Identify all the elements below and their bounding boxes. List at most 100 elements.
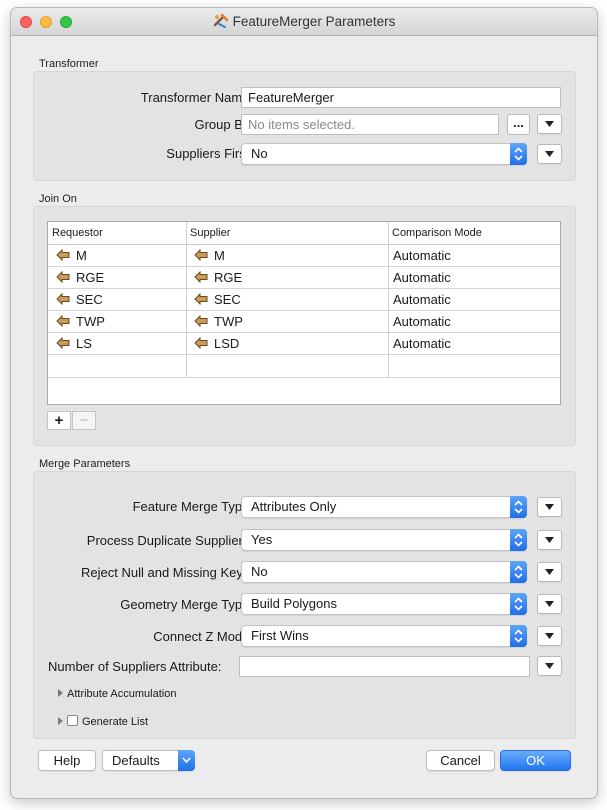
number-of-suppliers-input[interactable] — [239, 656, 530, 677]
attribute-arrow-icon — [194, 337, 208, 349]
number-of-suppliers-menu-button[interactable] — [537, 656, 562, 676]
transformer-icon — [213, 13, 228, 28]
group-by-input[interactable]: No items selected. — [241, 114, 499, 135]
requestor-cell[interactable]: TWP — [56, 311, 105, 332]
join-table-header: Requestor Supplier Comparison Mode — [48, 222, 560, 245]
generate-list-expander[interactable]: Generate List — [58, 715, 148, 728]
feature-merge-type-menu-button[interactable] — [537, 497, 562, 517]
transformer-name-label: Transformer Name: — [140, 90, 253, 105]
feature-merge-type-value: Attributes Only — [251, 499, 337, 514]
supplier-value: M — [214, 248, 225, 263]
reject-null-menu-button[interactable] — [537, 562, 562, 582]
defaults-label: Defaults — [112, 753, 160, 768]
remove-row-button[interactable]: − — [72, 411, 96, 430]
requestor-value: LS — [76, 336, 92, 351]
merge-parameters-panel: Feature Merge Type: Attributes Only Proc… — [33, 471, 576, 739]
defaults-button[interactable]: Defaults — [102, 750, 195, 771]
process-duplicate-suppliers-menu-button[interactable] — [537, 530, 562, 550]
disclosure-triangle-icon — [58, 717, 63, 725]
suppliers-first-select[interactable]: No — [241, 143, 527, 165]
attribute-arrow-icon — [194, 271, 208, 283]
connect-z-mode-select[interactable]: First Wins — [241, 625, 527, 647]
attribute-arrow-icon — [56, 271, 70, 283]
cancel-button[interactable]: Cancel — [426, 750, 495, 771]
up-down-chevron-icon — [514, 629, 523, 643]
select-stepper — [510, 529, 527, 551]
select-stepper — [510, 625, 527, 647]
table-row[interactable]: M M Automatic — [48, 245, 560, 267]
supplier-cell[interactable]: SEC — [194, 289, 241, 310]
supplier-cell[interactable]: TWP — [194, 311, 243, 332]
supplier-cell[interactable]: M — [194, 245, 225, 266]
attribute-accumulation-expander[interactable]: Attribute Accumulation — [58, 688, 176, 700]
attribute-arrow-icon — [56, 293, 70, 305]
feature-merge-type-select[interactable]: Attributes Only — [241, 496, 527, 518]
comparison-mode-cell[interactable]: Automatic — [393, 245, 451, 266]
process-duplicate-suppliers-label: Process Duplicate Suppliers: — [86, 533, 253, 548]
reject-null-label: Reject Null and Missing Keys: — [81, 565, 253, 580]
requestor-cell[interactable]: RGE — [56, 267, 104, 288]
comparison-mode-cell[interactable]: Automatic — [393, 267, 451, 288]
generate-list-checkbox[interactable] — [67, 715, 78, 726]
supplier-value: RGE — [214, 270, 243, 285]
requestor-cell[interactable]: SEC — [56, 289, 103, 310]
requestor-value: SEC — [76, 292, 103, 307]
up-down-chevron-icon — [514, 565, 523, 579]
table-row[interactable]: LS LSD Automatic — [48, 333, 560, 355]
attribute-accumulation-label: Attribute Accumulation — [67, 688, 177, 700]
merge-parameters-section-label: Merge Parameters — [39, 458, 131, 470]
feature-merge-type-label: Feature Merge Type: — [132, 499, 253, 514]
connect-z-mode-menu-button[interactable] — [537, 626, 562, 646]
group-by-browse-button[interactable]: ... — [507, 114, 530, 135]
up-down-chevron-icon — [514, 147, 523, 161]
comparison-mode-cell[interactable]: Automatic — [393, 289, 451, 310]
supplier-cell[interactable]: RGE — [194, 267, 242, 288]
table-row[interactable]: SEC SEC Automatic — [48, 289, 560, 311]
column-header-comparison-mode[interactable]: Comparison Mode — [388, 222, 560, 244]
requestor-cell[interactable]: M — [56, 245, 87, 266]
join-on-section-label: Join On — [39, 193, 77, 205]
ok-button[interactable]: OK — [500, 750, 571, 771]
group-by-menu-button[interactable] — [537, 114, 562, 134]
comparison-mode-cell[interactable]: Automatic — [393, 333, 451, 354]
chevron-down-icon — [545, 151, 554, 157]
suppliers-first-menu-button[interactable] — [537, 144, 562, 164]
process-duplicate-suppliers-select[interactable]: Yes — [241, 529, 527, 551]
requestor-value: RGE — [76, 270, 105, 285]
chevron-down-icon — [545, 633, 554, 639]
table-row[interactable]: TWP TWP Automatic — [48, 311, 560, 333]
table-row[interactable]: RGE RGE Automatic — [48, 267, 560, 289]
dialog-window: FeatureMerger Parameters Transformer Tra… — [11, 8, 597, 798]
help-button[interactable]: Help — [38, 750, 96, 771]
table-row-empty[interactable] — [48, 355, 560, 378]
select-stepper — [510, 593, 527, 615]
requestor-value: TWP — [76, 314, 105, 329]
up-down-chevron-icon — [514, 533, 523, 547]
add-row-button[interactable]: + — [47, 411, 71, 430]
column-header-requestor[interactable]: Requestor — [48, 222, 186, 244]
transformer-name-input[interactable]: FeatureMerger — [241, 87, 561, 108]
geometry-merge-type-label: Geometry Merge Type: — [120, 597, 253, 612]
up-down-chevron-icon — [514, 500, 523, 514]
requestor-cell[interactable]: LS — [56, 333, 92, 354]
column-header-supplier[interactable]: Supplier — [186, 222, 388, 244]
select-stepper — [510, 496, 527, 518]
attribute-arrow-icon — [194, 249, 208, 261]
attribute-arrow-icon — [56, 315, 70, 327]
number-of-suppliers-label: Number of Suppliers Attribute: — [48, 659, 222, 674]
disclosure-triangle-icon — [58, 689, 63, 697]
reject-null-select[interactable]: No — [241, 561, 527, 583]
geometry-merge-type-select[interactable]: Build Polygons — [241, 593, 527, 615]
chevron-down-icon — [545, 537, 554, 543]
select-stepper — [510, 143, 527, 165]
up-down-chevron-icon — [514, 597, 523, 611]
supplier-cell[interactable]: LSD — [194, 333, 239, 354]
geometry-merge-type-value: Build Polygons — [251, 596, 337, 611]
title-bar: FeatureMerger Parameters — [11, 8, 597, 36]
chevron-down-icon — [545, 504, 554, 510]
generate-list-label: Generate List — [82, 716, 149, 728]
transformer-panel: Transformer Name: FeatureMerger Group By… — [33, 71, 576, 181]
chevron-down-icon — [545, 601, 554, 607]
geometry-merge-type-menu-button[interactable] — [537, 594, 562, 614]
comparison-mode-cell[interactable]: Automatic — [393, 311, 451, 332]
